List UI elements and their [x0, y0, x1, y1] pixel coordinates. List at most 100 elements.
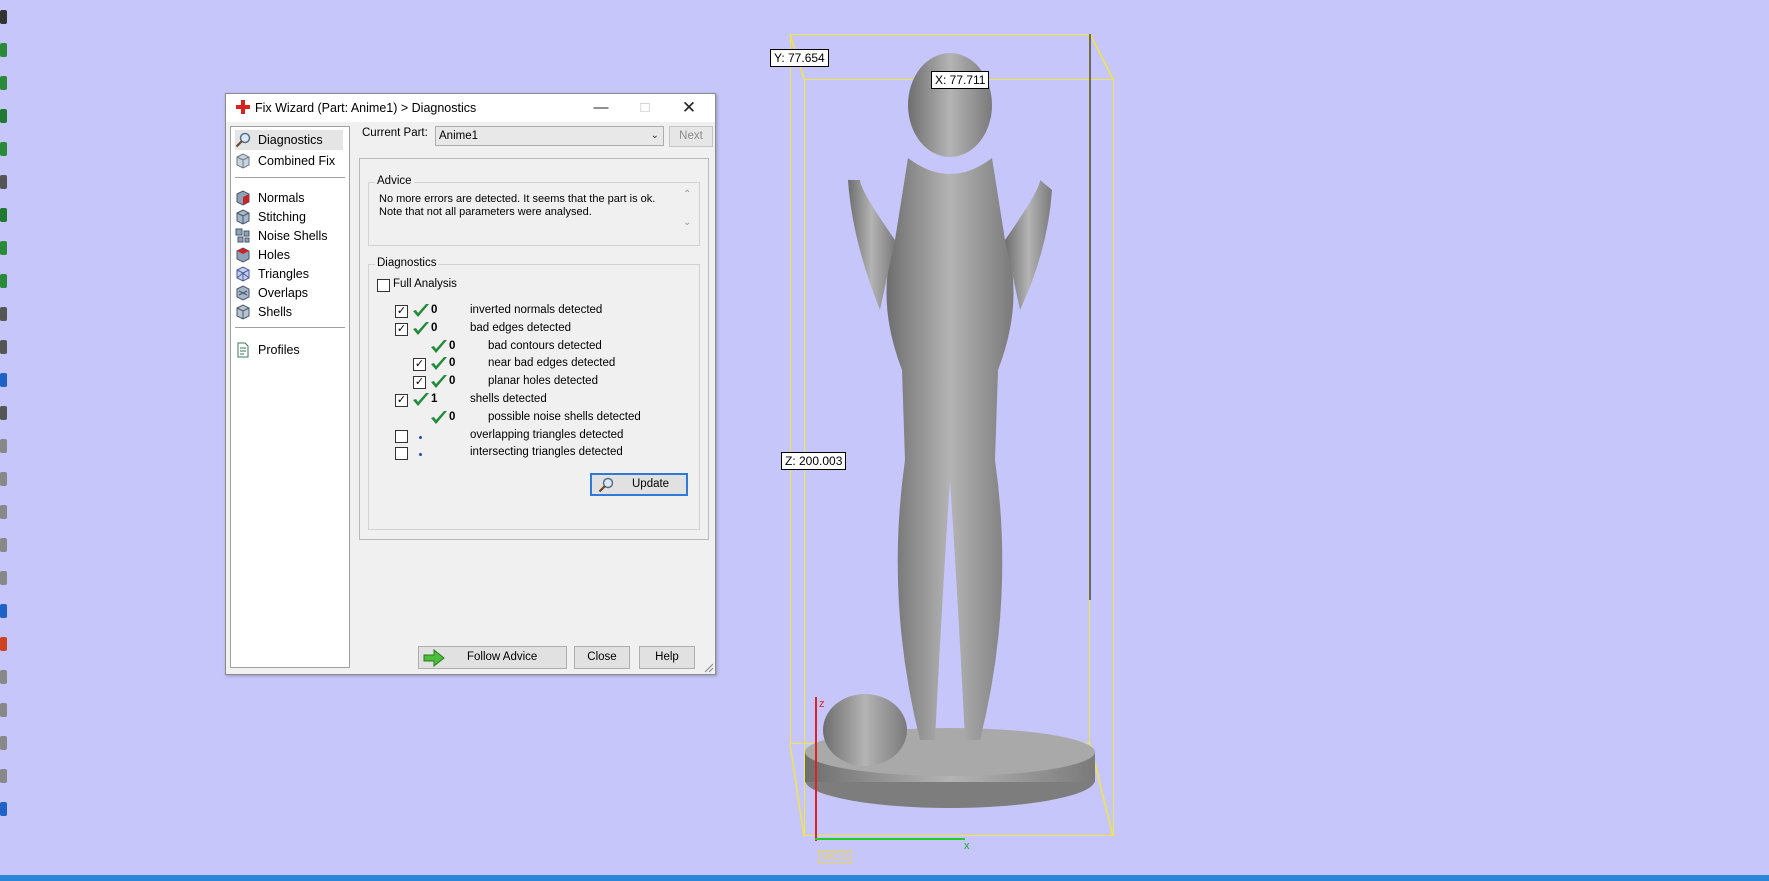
diagnostic-checkbox[interactable] [395, 429, 408, 443]
diagnostic-checkbox[interactable]: ✓ [413, 358, 426, 372]
nav-item-combined-fix[interactable]: Combined Fix [235, 151, 335, 171]
current-part-select[interactable]: Anime1 ⌄ [435, 126, 664, 146]
advice-line-1: No more errors are detected. It seems th… [379, 193, 656, 205]
magnifier-icon [235, 132, 251, 148]
nav-item-noise-shells[interactable]: Noise Shells [235, 226, 327, 246]
follow-advice-label: Follow Advice [467, 651, 538, 663]
current-part-label: Current Part: [362, 127, 428, 139]
status-dot [419, 435, 422, 439]
z-dimension-label: Z: 200.003 [781, 452, 847, 470]
x-axis-label: x [964, 840, 970, 852]
chevron-down-icon: ⌄ [650, 130, 659, 141]
nav-label: Stitching [258, 210, 306, 224]
taskbar-edge [0, 875, 1769, 881]
status-dot [419, 453, 422, 457]
close-button[interactable]: Close [574, 646, 630, 669]
nav-label: Noise Shells [258, 229, 328, 243]
diagnostic-count: 0 [449, 375, 456, 388]
noise-shells-icon [235, 228, 250, 243]
diagnostic-label: near bad edges detected [488, 357, 616, 370]
diagnostic-count: 0 [431, 304, 438, 316]
update-button[interactable]: Update [590, 473, 688, 496]
wcs-label: WCS [818, 850, 852, 864]
resize-grip-icon[interactable] [704, 663, 714, 673]
close-window-button[interactable]: ✕ [667, 94, 711, 122]
model-render [805, 53, 1095, 808]
diagnostic-label: intersecting triangles detected [470, 446, 623, 459]
diagnostics-title: Diagnostics [375, 257, 439, 269]
update-label: Update [632, 478, 670, 490]
holes-cube-icon [236, 247, 250, 263]
nav-item-stitching[interactable]: Stitching [235, 207, 306, 227]
diagnostic-checkbox[interactable] [395, 447, 408, 461]
diagnostic-count: 0 [449, 339, 456, 352]
nav-label: Shells [258, 305, 293, 319]
scroll-down-icon[interactable]: ⌄ [683, 217, 691, 228]
full-analysis-label: Full Analysis [393, 278, 457, 290]
triangles-cube-icon [236, 266, 250, 282]
advice-title: Advice [375, 175, 414, 187]
maximize-button: □ [640, 99, 650, 116]
diagnostic-count: 0 [449, 410, 456, 423]
green-check-icon [431, 357, 447, 371]
advice-line-2: Note that not all parameters were analys… [379, 206, 592, 218]
diagnostic-checkbox[interactable]: ✓ [395, 305, 408, 318]
next-button[interactable]: Next [669, 126, 713, 147]
green-check-icon [431, 410, 447, 424]
nav-item-diagnostics[interactable]: Diagnostics [235, 130, 343, 150]
nav-label: Combined Fix [258, 154, 336, 168]
diagnostic-checkbox[interactable]: ✓ [413, 376, 426, 390]
green-check-icon [413, 304, 429, 317]
document-icon [237, 342, 249, 358]
nav-label: Normals [258, 191, 305, 205]
help-button[interactable]: Help [639, 646, 695, 669]
scroll-up-icon[interactable]: ⌃ [683, 189, 691, 200]
nav-item-normals[interactable]: Normals [235, 188, 305, 208]
diagnostic-label: inverted normals detected [470, 304, 603, 316]
minimize-button[interactable]: — [579, 94, 623, 122]
nav-label: Overlaps [258, 286, 309, 300]
red-cross-icon [236, 100, 250, 114]
diagnostic-label: shells detected [470, 393, 547, 405]
nav-separator [235, 177, 345, 178]
green-check-icon [413, 393, 429, 406]
wizard-nav-panel: Diagnostics Combined Fix Normals Stitchi… [230, 126, 350, 668]
advice-group: Advice No more errors are detected. It s… [368, 175, 700, 246]
nav-item-overlaps[interactable]: Overlaps [235, 283, 308, 303]
full-analysis-checkbox[interactable] [377, 279, 390, 292]
diagnostic-label: planar holes detected [488, 375, 598, 388]
x-dimension-label: X: 77.711 [931, 71, 990, 89]
overlaps-cube-icon [236, 285, 250, 301]
advice-scrollbar[interactable]: ⌃ ⌄ [681, 189, 695, 233]
x-axis-line [815, 838, 965, 840]
follow-advice-button[interactable]: Follow Advice [418, 646, 567, 669]
nav-item-triangles[interactable]: Triangles [235, 264, 309, 284]
magnifier-icon [598, 477, 614, 493]
nav-label: Holes [258, 248, 290, 262]
z-axis-label: z [819, 698, 825, 710]
current-part-value: Anime1 [439, 130, 478, 142]
nav-item-profiles[interactable]: Profiles [235, 340, 300, 360]
nav-label: Diagnostics [258, 133, 323, 147]
diagnostic-count: 0 [449, 357, 456, 370]
green-check-icon [431, 339, 447, 353]
nav-label: Triangles [258, 267, 309, 281]
diagnostic-label: bad edges detected [470, 321, 572, 334]
diagnostic-checkbox[interactable]: ✓ [395, 322, 408, 336]
diagnostics-group: Diagnostics Full Analysis ✓ 0 inverted nor… [368, 257, 700, 530]
nav-item-shells[interactable]: Shells [235, 302, 292, 322]
nav-item-holes[interactable]: Holes [235, 245, 290, 265]
diagnostic-checkbox[interactable]: ✓ [395, 394, 408, 407]
nav-separator [235, 327, 345, 328]
nav-label: Profiles [258, 343, 300, 357]
diagnostic-count: 1 [431, 393, 438, 405]
diagnostics-panel: Advice No more errors are detected. It s… [359, 158, 709, 540]
green-check-icon [413, 321, 429, 335]
normals-cube-icon [236, 190, 250, 206]
dialog-title: Fix Wizard (Part: Anime1) > Diagnostics [255, 101, 477, 115]
dialog-titlebar[interactable]: Fix Wizard (Part: Anime1) > Diagnostics … [226, 94, 715, 122]
y-dimension-label: Y: 77.654 [770, 49, 829, 67]
z-axis-line [815, 697, 817, 841]
diagnostic-label: bad contours detected [488, 339, 602, 352]
fix-wizard-dialog: Fix Wizard (Part: Anime1) > Diagnostics … [225, 93, 716, 675]
